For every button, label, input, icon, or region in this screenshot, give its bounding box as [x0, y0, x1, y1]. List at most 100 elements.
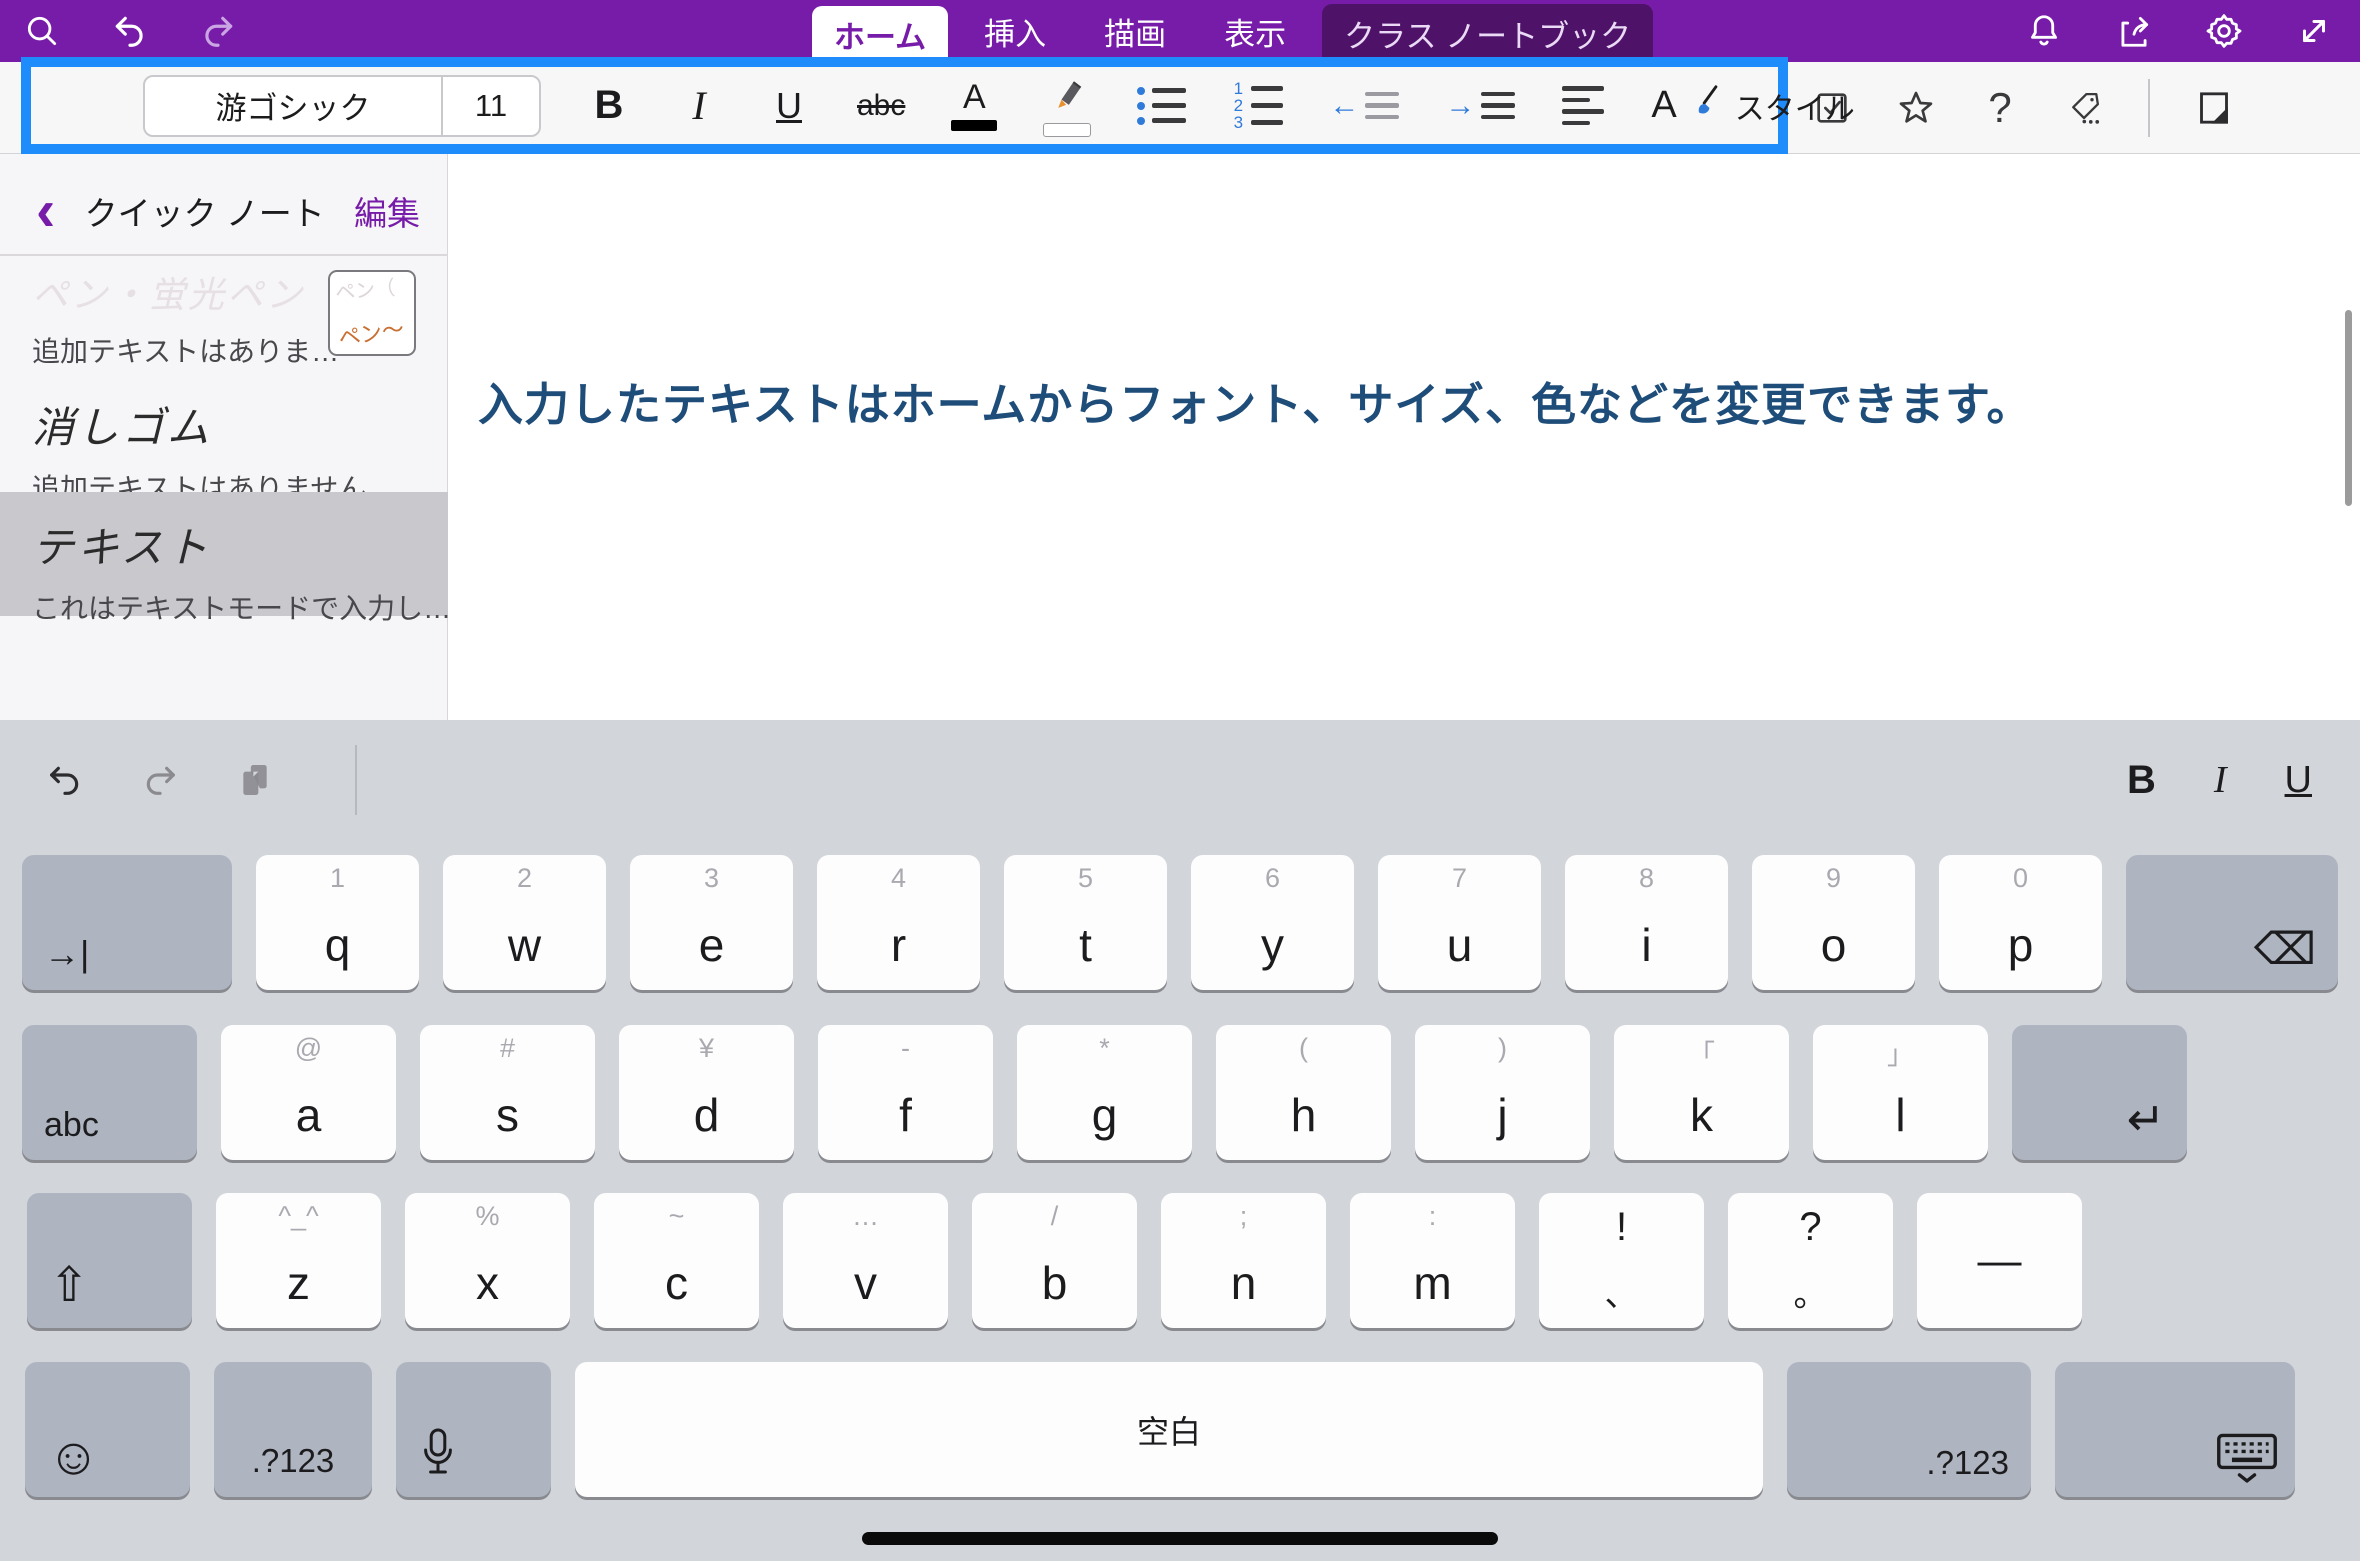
- key-sublabel: 。: [1728, 1267, 1893, 1316]
- key-e[interactable]: 3e: [630, 855, 793, 990]
- key-y[interactable]: 6y: [1191, 855, 1354, 990]
- outdent-button[interactable]: ←: [1329, 71, 1399, 141]
- key-sublabel: 8: [1565, 863, 1728, 894]
- highlighter-button[interactable]: [1043, 71, 1091, 141]
- key-h[interactable]: (h: [1216, 1025, 1391, 1160]
- home-indicator[interactable]: [862, 1532, 1498, 1545]
- strikethrough-label: abc: [857, 89, 905, 123]
- key-dash[interactable]: —: [1917, 1193, 2082, 1328]
- keyboard-accessory-left: [45, 745, 275, 815]
- key-s[interactable]: #s: [420, 1025, 595, 1160]
- undo-icon[interactable]: [110, 11, 150, 51]
- key-sublabel: ~: [594, 1201, 759, 1232]
- key-o[interactable]: 9o: [1752, 855, 1915, 990]
- underline-button[interactable]: U: [767, 71, 811, 141]
- key-exclaim[interactable]: !、: [1539, 1193, 1704, 1328]
- notifications-bell-icon[interactable]: [2024, 11, 2064, 51]
- kb-paste-icon[interactable]: [235, 760, 275, 800]
- indent-button[interactable]: →: [1445, 71, 1515, 141]
- key-n[interactable]: ;n: [1161, 1193, 1326, 1328]
- bullet-list-button[interactable]: [1137, 71, 1186, 141]
- key-f[interactable]: -f: [818, 1025, 993, 1160]
- styles-button[interactable]: A スタイル: [1651, 84, 1854, 128]
- key-x[interactable]: %x: [405, 1193, 570, 1328]
- tab-view[interactable]: 表示: [1202, 0, 1308, 62]
- key-z[interactable]: ^_^z: [216, 1193, 381, 1328]
- key-b[interactable]: /b: [972, 1193, 1137, 1328]
- help-icon[interactable]: ?: [1980, 88, 2020, 128]
- numbered-list-button[interactable]: 1 2 3: [1232, 71, 1283, 141]
- font-color-button[interactable]: A: [951, 71, 997, 141]
- key-l[interactable]: 」l: [1813, 1025, 1988, 1160]
- key-t[interactable]: 5t: [1004, 855, 1167, 990]
- alignment-button[interactable]: [1561, 71, 1605, 141]
- expand-icon[interactable]: [2294, 11, 2334, 51]
- numbered-2: 2: [1232, 101, 1244, 111]
- tab-insert[interactable]: 挿入: [962, 0, 1068, 62]
- key-sublabel: 4: [817, 863, 980, 894]
- kb-underline-button[interactable]: U: [2285, 759, 2312, 802]
- search-icon[interactable]: [22, 11, 62, 51]
- redo-icon[interactable]: [198, 11, 238, 51]
- key-question[interactable]: ?。: [1728, 1193, 1893, 1328]
- key-i[interactable]: 8i: [1565, 855, 1728, 990]
- key-m[interactable]: :m: [1350, 1193, 1515, 1328]
- key-mic[interactable]: [396, 1362, 551, 1497]
- kb-redo-icon[interactable]: [140, 760, 180, 800]
- quick-notes-sidebar: ‹ クイック ノート 編集 ペン・蛍光ペン 追加テキストはありま… ペン（ ペン…: [0, 154, 448, 720]
- italic-button[interactable]: I: [677, 71, 721, 141]
- tab-class-notebook[interactable]: クラス ノートブック: [1322, 4, 1653, 62]
- key-d[interactable]: ¥d: [619, 1025, 794, 1160]
- bold-button[interactable]: B: [587, 71, 631, 141]
- key-backspace[interactable]: ⌫: [2126, 855, 2338, 990]
- note-item-text-selected[interactable]: テキスト これはテキストモードで入力し…: [0, 492, 448, 616]
- canvas-scrollbar[interactable]: [2345, 310, 2352, 506]
- key-j[interactable]: )j: [1415, 1025, 1590, 1160]
- key-dismiss[interactable]: [2055, 1362, 2295, 1497]
- edit-button[interactable]: 編集: [354, 187, 448, 235]
- key-return[interactable]: ↵: [2012, 1025, 2187, 1160]
- indent-icon: →: [1445, 92, 1515, 120]
- font-name-selector[interactable]: 游ゴシック: [145, 77, 441, 135]
- tab-home[interactable]: ホーム: [812, 6, 948, 62]
- key-label: g: [1017, 1069, 1192, 1160]
- key-sublabel: %: [405, 1201, 570, 1232]
- key-sublabel: *: [1017, 1033, 1192, 1064]
- styles-label: スタイル: [1735, 84, 1855, 128]
- key-sublabel: 7: [1378, 863, 1541, 894]
- note-item-pen[interactable]: ペン・蛍光ペン 追加テキストはありま… ペン（ ペン〜: [0, 256, 448, 376]
- key-u[interactable]: 7u: [1378, 855, 1541, 990]
- star-tag-icon[interactable]: [1896, 88, 1936, 128]
- key-q[interactable]: 1q: [256, 855, 419, 990]
- key-g[interactable]: *g: [1017, 1025, 1192, 1160]
- key-numbers-left[interactable]: .?123: [214, 1362, 372, 1497]
- key-w[interactable]: 2w: [443, 855, 606, 990]
- font-size-selector[interactable]: 11: [443, 77, 539, 135]
- key-p[interactable]: 0p: [1939, 855, 2102, 990]
- key-label: z: [216, 1237, 381, 1328]
- back-chevron-icon[interactable]: ‹: [0, 182, 55, 240]
- page-notes-panel-icon[interactable]: [2194, 88, 2234, 128]
- key-emoji[interactable]: ☺: [25, 1362, 190, 1497]
- key-shift[interactable]: ⇧: [27, 1193, 192, 1328]
- key-c[interactable]: ~c: [594, 1193, 759, 1328]
- kb-italic-button[interactable]: I: [2214, 758, 2227, 802]
- key-abc-mode[interactable]: abc: [22, 1025, 197, 1160]
- note-item-eraser[interactable]: 消しゴム 追加テキストはありません: [0, 376, 448, 492]
- key-a[interactable]: @a: [221, 1025, 396, 1160]
- key-r[interactable]: 4r: [817, 855, 980, 990]
- settings-gear-icon[interactable]: [2204, 11, 2244, 51]
- key-sublabel: 6: [1191, 863, 1354, 894]
- key-numbers-right[interactable]: .?123: [1787, 1362, 2031, 1497]
- key-v[interactable]: …v: [783, 1193, 948, 1328]
- key-space[interactable]: 空白: [575, 1362, 1763, 1497]
- strikethrough-button[interactable]: abc: [857, 71, 905, 141]
- kb-bold-button[interactable]: B: [2127, 758, 2156, 803]
- kb-undo-icon[interactable]: [45, 760, 85, 800]
- tab-draw[interactable]: 描画: [1082, 0, 1188, 62]
- tag-icon[interactable]: [2064, 88, 2104, 128]
- note-canvas[interactable]: 入力したテキストはホームからフォント、サイズ、色などを変更できます。: [449, 154, 2360, 720]
- share-icon[interactable]: [2114, 11, 2154, 51]
- key-k[interactable]: 「k: [1614, 1025, 1789, 1160]
- key-tab[interactable]: →|: [22, 855, 232, 990]
